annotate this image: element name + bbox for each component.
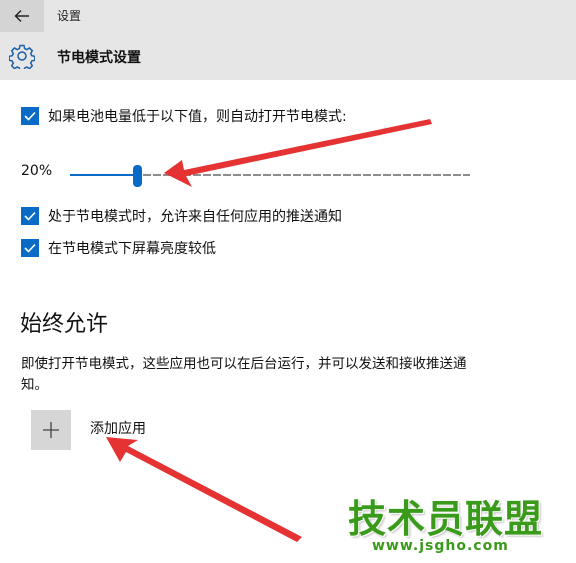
watermark: 技术员联盟 www.jsgho.com	[340, 488, 570, 560]
watermark-url: www.jsgho.com	[372, 538, 509, 554]
push-notifications-label: 处于节电模式时，允许来自任何应用的推送通知	[48, 209, 342, 225]
threshold-value: 20%	[21, 163, 53, 179]
checkmark-icon	[24, 243, 36, 253]
slider-track-filled	[70, 174, 137, 176]
battery-threshold-slider[interactable]	[70, 165, 470, 187]
back-arrow-icon	[14, 10, 29, 22]
slider-thumb[interactable]	[133, 165, 142, 187]
push-notifications-setting[interactable]: 处于节电模式时，允许来自任何应用的推送通知	[21, 206, 342, 226]
checkmark-icon	[24, 111, 36, 121]
annotation-arrow-add-app	[106, 437, 302, 542]
add-app-label[interactable]: 添加应用	[90, 418, 146, 438]
push-notifications-checkbox[interactable]	[21, 207, 39, 225]
page-header: 节电模式设置	[0, 32, 576, 80]
always-allowed-description: 即使打开节电模式，这些应用也可以在后台运行，并可以发送和接收推送通知。	[21, 356, 467, 393]
auto-battery-saver-label: 如果电池电量低于以下值，则自动打开节电模式:	[48, 109, 347, 125]
back-button[interactable]	[0, 0, 44, 32]
window-title: 设置	[57, 9, 82, 23]
add-app-button[interactable]	[31, 410, 71, 450]
auto-battery-saver-checkbox[interactable]	[21, 107, 39, 125]
lower-brightness-label: 在节电模式下屏幕亮度较低	[48, 241, 216, 257]
always-allowed-heading: 始终允许	[20, 312, 109, 337]
checkmark-icon	[24, 211, 36, 221]
lower-brightness-checkbox[interactable]	[21, 239, 39, 257]
slider-track-remaining	[143, 174, 470, 176]
page-title: 节电模式设置	[57, 50, 141, 66]
watermark-logo-text: 技术员联盟	[348, 497, 544, 541]
plus-icon	[43, 422, 59, 438]
annotation-arrows	[106, 119, 432, 542]
gear-icon	[9, 44, 35, 69]
auto-battery-saver-setting[interactable]: 如果电池电量低于以下值，则自动打开节电模式:	[21, 106, 347, 126]
lower-brightness-setting[interactable]: 在节电模式下屏幕亮度较低	[21, 238, 216, 258]
title-bar: 设置	[0, 0, 576, 32]
